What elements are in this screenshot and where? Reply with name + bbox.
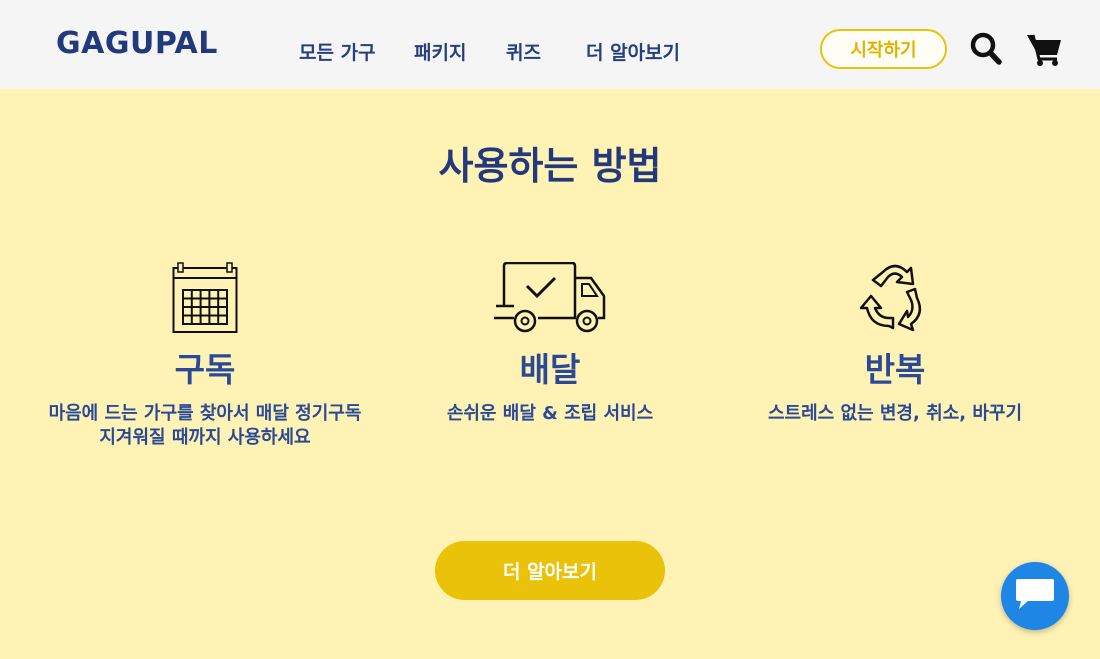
step-description: 손쉬운 배달 & 조립 서비스 [365, 402, 735, 426]
step-subscribe: 구독 마음에 드는 가구를 찾아서 매달 정기구독 지겨워질 때까지 사용하세요 [20, 262, 390, 450]
section-title: 사용하는 방법 [438, 144, 662, 188]
nav-all-furniture[interactable]: 모든 가구 [299, 38, 376, 65]
how-to-use-section: 사용하는 방법 구독 마음에 드는 가구를 찾아서 매달 정기구독 지겨워질 때… [0, 89, 1100, 659]
step-description: 스트레스 없는 변경, 취소, 바꾸기 [710, 402, 1080, 426]
learn-more-button[interactable]: 더 알아보기 [435, 541, 665, 600]
step-title: 배달 [519, 350, 581, 389]
nav-learn-more[interactable]: 더 알아보기 [586, 38, 680, 65]
logo[interactable]: GAGUPAL [56, 26, 218, 61]
step-title: 구독 [174, 350, 236, 389]
step-description: 마음에 드는 가구를 찾아서 매달 정기구독 지겨워질 때까지 사용하세요 [20, 402, 390, 450]
cart-icon[interactable] [1026, 32, 1062, 72]
step-delivery: 배달 손쉬운 배달 & 조립 서비스 [365, 261, 735, 426]
chat-bubble-icon [1014, 577, 1056, 615]
chat-button[interactable] [1001, 562, 1069, 630]
step-desc-line: 스트레스 없는 변경, 취소, 바꾸기 [767, 403, 1023, 424]
recycle-icon [859, 262, 931, 338]
start-button[interactable]: 시작하기 [820, 29, 947, 69]
calendar-icon [172, 262, 238, 338]
nav-quiz[interactable]: 퀴즈 [506, 38, 541, 65]
search-icon[interactable] [970, 32, 1002, 70]
step-desc-line: 마음에 드는 가구를 찾아서 매달 정기구독 [48, 403, 362, 424]
step-desc-line: 손쉬운 배달 & 조립 서비스 [446, 403, 654, 424]
step-desc-line: 지겨워질 때까지 사용하세요 [99, 427, 311, 448]
step-repeat: 반복 스트레스 없는 변경, 취소, 바꾸기 [710, 264, 1080, 426]
nav-packages[interactable]: 패키지 [414, 38, 466, 65]
site-header: GAGUPAL 모든 가구 패키지 퀴즈 더 알아보기 시작하기 [0, 0, 1100, 89]
step-title: 반복 [864, 350, 926, 389]
delivery-truck-icon [494, 261, 606, 338]
